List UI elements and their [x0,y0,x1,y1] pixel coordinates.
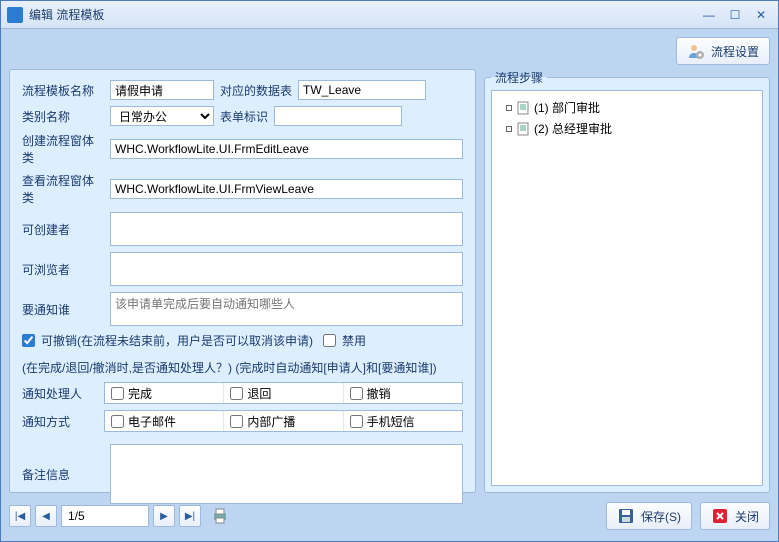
disabled-checkbox[interactable] [323,334,336,347]
label-notify-who: 要通知谁 [22,301,104,318]
handler-complete-cell[interactable]: 完成 [105,383,224,403]
close-icon [711,507,729,525]
step-label: (2) 总经理审批 [534,120,612,137]
method-broadcast-cell[interactable]: 内部广播 [224,411,343,431]
save-label: 保存(S) [641,508,681,525]
method-broadcast-checkbox[interactable] [230,415,243,428]
nav-page-display[interactable]: 1/5 [61,505,149,527]
label-view-form: 查看流程窗体类 [22,172,104,206]
label-form-id: 表单标识 [220,108,268,125]
step-label: (1) 部门审批 [534,99,600,116]
label-category: 类别名称 [22,108,104,125]
steps-panel: 流程步骤 (1) 部门审批 (2) 总经理审批 [484,69,770,493]
label-create-form: 创建流程窗体类 [22,132,104,166]
close-window-button[interactable]: ✕ [750,6,772,24]
notify-who-input[interactable] [110,292,463,326]
category-select[interactable]: 日常办公 [110,106,214,126]
nav-prev-button[interactable]: ◀ [35,505,57,527]
handler-return-cell[interactable]: 退回 [224,383,343,403]
window-title: 编辑 流程模板 [29,6,694,23]
print-icon[interactable] [211,507,229,525]
document-icon [516,101,530,115]
handler-revoke-checkbox[interactable] [350,387,363,400]
handler-return-checkbox[interactable] [230,387,243,400]
tree-expand-icon [506,126,512,132]
gear-user-icon [687,42,705,60]
titlebar: 编辑 流程模板 — ☐ ✕ [1,1,778,29]
label-notify-handler: 通知处理人 [22,385,104,402]
step-item[interactable]: (1) 部门审批 [498,97,756,118]
tree-expand-icon [506,105,512,111]
handler-revoke-cell[interactable]: 撤销 [344,383,462,403]
label-remark: 备注信息 [22,466,104,483]
creators-input[interactable] [110,212,463,246]
flow-settings-button[interactable]: 流程设置 [676,37,770,65]
label-revokable: 可撤销(在流程未结束前，用户是否可以取消该申请) [41,332,313,349]
save-button[interactable]: 保存(S) [606,502,692,530]
method-sms-checkbox[interactable] [350,415,363,428]
steps-legend: 流程步骤 [491,69,547,86]
remark-input[interactable] [110,444,463,504]
notify-section-text: (在完成/退回/撤消时,是否通知处理人？) (完成时自动通知[申请人]和[要通知… [22,359,463,376]
record-navigator: |◀ ◀ 1/5 ▶ ▶| [9,505,229,527]
form-panel: 流程模板名称 对应的数据表 类别名称 日常办公 表单标识 创建流程窗体类 查看流… [9,69,476,493]
label-data-table: 对应的数据表 [220,82,292,99]
tpl-name-input[interactable] [110,80,214,100]
view-form-input[interactable] [110,179,463,199]
document-icon [516,122,530,136]
steps-tree: (1) 部门审批 (2) 总经理审批 [491,90,763,486]
label-tpl-name: 流程模板名称 [22,82,104,99]
method-email-checkbox[interactable] [111,415,124,428]
save-icon [617,507,635,525]
create-form-input[interactable] [110,139,463,159]
data-table-input[interactable] [298,80,426,100]
nav-next-button[interactable]: ▶ [153,505,175,527]
label-notify-method: 通知方式 [22,413,104,430]
revokable-checkbox[interactable] [22,334,35,347]
method-email-cell[interactable]: 电子邮件 [105,411,224,431]
form-id-input[interactable] [274,106,402,126]
nav-first-button[interactable]: |◀ [9,505,31,527]
nav-last-button[interactable]: ▶| [179,505,201,527]
step-item[interactable]: (2) 总经理审批 [498,118,756,139]
handler-complete-checkbox[interactable] [111,387,124,400]
flow-settings-label: 流程设置 [711,43,759,60]
close-label: 关闭 [735,508,759,525]
method-sms-cell[interactable]: 手机短信 [344,411,462,431]
viewers-input[interactable] [110,252,463,286]
app-icon [7,7,23,23]
close-button[interactable]: 关闭 [700,502,770,530]
label-viewers: 可浏览者 [22,261,104,278]
maximize-button[interactable]: ☐ [724,6,746,24]
label-disabled: 禁用 [342,332,366,349]
label-creators: 可创建者 [22,221,104,238]
minimize-button[interactable]: — [698,6,720,24]
